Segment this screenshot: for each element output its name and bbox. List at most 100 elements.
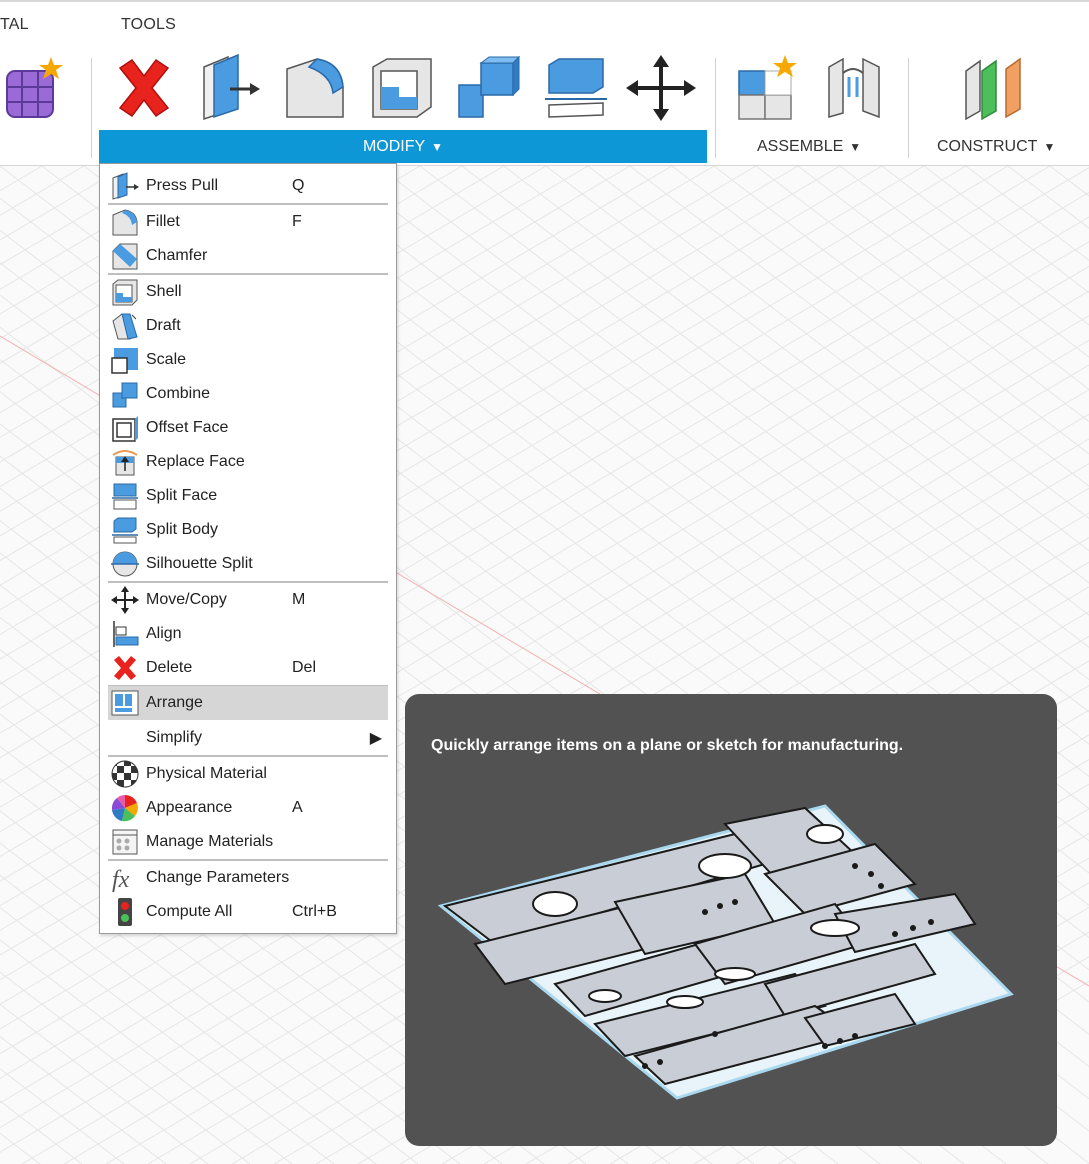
shell-button[interactable] [366, 52, 438, 124]
menu-item-offset-face[interactable]: Offset Face [108, 411, 388, 445]
change-parameters-icon: fx [112, 867, 130, 893]
menu-item-label: Simplify [146, 729, 203, 746]
menu-item-label: Appearance [146, 799, 233, 816]
press-pull-icon [203, 53, 260, 121]
construct-plane-icon [965, 57, 1021, 121]
svg-text:fx: fx [112, 867, 130, 893]
combine-button[interactable] [452, 52, 524, 124]
tooltip: Quickly arrange items on a plane or sket… [405, 694, 1057, 1146]
replace-face-icon [112, 450, 138, 476]
menu-item-move-copy[interactable]: Move/Copy M [108, 583, 388, 617]
construct-dropdown-button[interactable]: CONSTRUCT ▼ [937, 130, 1055, 163]
combine-icon [112, 382, 138, 408]
manage-materials-icon [112, 829, 138, 855]
menu-item-shell[interactable]: Shell [108, 275, 388, 309]
menu-item-label: Align [146, 625, 182, 642]
separator [91, 58, 92, 158]
combine-icon [458, 55, 521, 118]
split-body-icon [545, 58, 607, 118]
chevron-down-icon: ▼ [1043, 139, 1056, 154]
modify-label: MODIFY [362, 137, 426, 155]
joint-icon [828, 57, 880, 119]
menu-item-label: Silhouette Split [146, 555, 253, 572]
menu-item-press-pull[interactable]: Press Pull Q [108, 169, 388, 203]
menu-item-silhouette-split[interactable]: Silhouette Split [108, 547, 388, 581]
menu-item-label: Shell [146, 283, 182, 300]
move-copy-button[interactable] [625, 52, 697, 124]
menu-item-chamfer[interactable]: Chamfer [108, 239, 388, 273]
menu-item-delete[interactable]: Delete Del [108, 651, 388, 685]
menu-item-arrange[interactable]: Arrange [108, 686, 388, 720]
joint-button[interactable] [818, 52, 890, 124]
chevron-right-icon: ▶ [369, 730, 382, 747]
menu-item-label: Move/Copy [146, 591, 227, 608]
menu-item-draft[interactable]: Draft [108, 309, 388, 343]
delete-button[interactable] [108, 52, 180, 124]
arrange-icon [111, 690, 139, 716]
menu-item-simplify[interactable]: Simplify ▶ [108, 721, 388, 755]
toolbar: TAL TOOLS MODIFY ▼ ASSEMBLE ▼ CONSTRUCT … [0, 0, 1089, 166]
shortcut-label: A [292, 799, 303, 816]
menu-item-label: Split Body [146, 521, 219, 538]
assemble-dropdown-button[interactable]: ASSEMBLE ▼ [757, 130, 861, 163]
shortcut-label: M [292, 591, 306, 608]
menu-item-label: Delete [146, 659, 193, 676]
menu-item-label: Split Face [146, 487, 218, 504]
menu-item-label: Press Pull [146, 177, 219, 194]
menu-item-fillet[interactable]: Fillet F [108, 205, 388, 239]
construct-label: CONSTRUCT [937, 137, 1038, 155]
shortcut-label: F [292, 213, 302, 230]
delete-icon [114, 656, 136, 680]
create-form-icon [6, 57, 63, 118]
move-copy-icon [111, 586, 139, 614]
menu-item-split-face[interactable]: Split Face [108, 479, 388, 513]
shortcut-label: Q [292, 177, 305, 194]
chevron-down-icon: ▼ [431, 139, 444, 154]
tab-partial[interactable]: TAL [0, 16, 29, 34]
menu-item-compute-all[interactable]: Compute All Ctrl+B [108, 895, 388, 929]
separator [908, 58, 909, 158]
menu-item-label: Arrange [146, 694, 203, 711]
menu-item-split-body[interactable]: Split Body [108, 513, 388, 547]
split-face-icon [112, 483, 138, 510]
menu-item-label: Combine [146, 385, 211, 402]
grid-line [0, 166, 43, 192]
tooltip-text: Quickly arrange items on a plane or sket… [431, 737, 904, 754]
fillet-button[interactable] [280, 52, 352, 124]
menu-item-align[interactable]: Align [108, 617, 388, 651]
scale-icon [111, 348, 138, 374]
menu-item-scale[interactable]: Scale [108, 343, 388, 377]
new-component-icon [738, 55, 797, 120]
modify-menu: Press Pull Q Fillet F Chamfer Shell Draf… [99, 163, 397, 934]
menu-item-appearance[interactable]: Appearance A [108, 791, 388, 825]
silhouette-split-icon [111, 551, 139, 577]
appearance-icon [111, 795, 138, 822]
modify-dropdown-button[interactable]: MODIFY ▼ [99, 130, 707, 163]
shell-icon [112, 279, 138, 306]
fillet-icon [112, 209, 138, 236]
menu-item-manage-materials[interactable]: Manage Materials [108, 825, 388, 859]
chamfer-icon [112, 243, 138, 270]
menu-item-label: Offset Face [146, 419, 229, 436]
align-icon [113, 621, 139, 647]
chevron-down-icon: ▼ [849, 139, 862, 154]
menu-item-label: Chamfer [146, 247, 208, 264]
tab-tools[interactable]: TOOLS [121, 16, 176, 34]
menu-item-physical-material[interactable]: Physical Material [108, 757, 388, 791]
menu-item-replace-face[interactable]: Replace Face [108, 445, 388, 479]
split-body-button[interactable] [540, 52, 612, 124]
menu-item-label: Draft [146, 317, 181, 334]
new-component-button[interactable] [730, 52, 802, 124]
menu-item-label: Physical Material [146, 765, 267, 782]
press-pull-button[interactable] [193, 52, 265, 124]
create-form-button[interactable] [0, 52, 72, 124]
arrange-preview-image [437, 804, 1014, 1100]
menu-item-combine[interactable]: Combine [108, 377, 388, 411]
menu-item-label: Change Parameters [146, 869, 290, 886]
split-body-icon [112, 517, 138, 544]
menu-item-label: Fillet [146, 213, 180, 230]
separator [715, 58, 716, 158]
construct-plane-button[interactable] [955, 52, 1027, 124]
menu-item-change-parameters[interactable]: fx Change Parameters [108, 861, 388, 895]
move-copy-icon [626, 55, 696, 121]
